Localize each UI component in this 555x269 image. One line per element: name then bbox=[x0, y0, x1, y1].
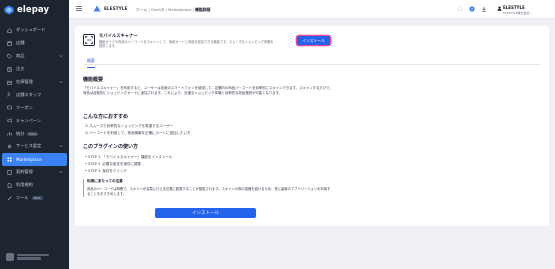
shop-logo-icon bbox=[93, 5, 101, 12]
sidebar-item-label: 店舗 bbox=[16, 40, 25, 46]
sidebar-item-settings[interactable]: サービス設定 bbox=[0, 140, 69, 153]
breadcrumb-current: 機能詳細 bbox=[195, 7, 211, 12]
bell-icon[interactable] bbox=[457, 6, 463, 12]
shop-name[interactable]: ELESTYLE bbox=[104, 7, 127, 12]
sidebar-item-label: サービス設定 bbox=[16, 143, 42, 149]
note-body: 商品のバーコードは明瞭で、スキャンが容易に行える位置に配置することが推奨されます… bbox=[87, 187, 331, 196]
user-icon[interactable] bbox=[497, 6, 502, 11]
sidebar-item-label: 統計 bbox=[16, 130, 25, 136]
sidebar-item-label: ダッシュボード bbox=[16, 27, 46, 33]
sidebar-item-box[interactable]: 在庫管理 bbox=[0, 76, 69, 89]
sidebar-account[interactable] bbox=[6, 252, 49, 261]
download-icon[interactable] bbox=[481, 6, 487, 12]
sidebar-item-label: 商品 bbox=[16, 53, 25, 59]
howto-heading: このプラグインの使い方 bbox=[83, 144, 139, 150]
sidebar-item-label: 利用規約 bbox=[16, 182, 33, 188]
tool-icon bbox=[7, 195, 12, 201]
chevron-down-icon bbox=[59, 145, 63, 148]
sidebar-item-tool[interactable]: ツール Beta bbox=[0, 192, 69, 205]
chevron-down-icon bbox=[59, 54, 63, 57]
store-icon bbox=[7, 41, 12, 46]
topbar: ELESTYLE ホーム / OneQR / Marketplace / 機能詳… bbox=[69, 0, 555, 19]
overview-heading: 機能概要 bbox=[83, 77, 104, 83]
grid-icon bbox=[7, 157, 12, 162]
user-menu[interactable]: ELESTYLE ELESTYLE株式会社... bbox=[503, 5, 532, 15]
breadcrumb-marketplace[interactable]: Marketplace bbox=[168, 7, 191, 12]
scan-icon bbox=[85, 36, 93, 44]
scanner-app-icon bbox=[83, 34, 95, 46]
sidebar-item-label: Marketplace bbox=[16, 156, 42, 162]
account-avatar bbox=[6, 252, 14, 261]
svg-text:?: ? bbox=[471, 7, 473, 11]
breadcrumb-oneqr[interactable]: OneQR bbox=[151, 7, 164, 12]
install-button-top[interactable]: インストール bbox=[297, 36, 330, 45]
contract-icon bbox=[7, 169, 12, 175]
users-icon bbox=[7, 92, 12, 97]
coupon-icon bbox=[7, 105, 12, 110]
chevron-down-icon bbox=[59, 170, 63, 173]
howto-step: • STEP 2. 必要な設定を適切に調整 bbox=[85, 162, 141, 166]
chart-icon bbox=[7, 131, 12, 136]
sidebar-item-label: 契約管理 bbox=[16, 169, 33, 175]
note-title: 利用にあたっての注意 bbox=[87, 179, 123, 183]
howto-step: • STEP 3. 保存をクリック bbox=[85, 169, 127, 173]
box-icon bbox=[7, 80, 12, 85]
menu-icon[interactable] bbox=[76, 6, 82, 11]
sidebar-item-order[interactable]: 注文 bbox=[0, 63, 69, 76]
user-org: ELESTYLE株式会社... bbox=[503, 11, 533, 15]
sidebar-item-tag[interactable]: 商品 bbox=[0, 50, 69, 63]
sidebar-item-contract[interactable]: 契約管理 bbox=[0, 166, 69, 179]
sidebar-item-chart[interactable]: 統計 Beta bbox=[0, 127, 69, 140]
sidebar-item-label: 注文 bbox=[16, 66, 25, 72]
sidebar-item-grid[interactable]: Marketplace bbox=[2, 152, 67, 166]
overview-body: 「モバイルスキャナー」を利用すると、ユーザーは自身のスマートフォンを使用して、店… bbox=[83, 86, 333, 95]
home-icon bbox=[7, 28, 12, 33]
app-title: モバイルスキャナー bbox=[99, 34, 138, 39]
install-button-bottom[interactable]: インストール bbox=[155, 208, 256, 218]
sidebar-item-label: クーポン bbox=[16, 104, 33, 110]
sidebar-nav: ダッシュボード 店舗 商品 注文 在庫管理 店舗スタッフ クーポン キャンペーン 統計 Beta サ… bbox=[0, 24, 69, 204]
breadcrumb-home[interactable]: ホーム bbox=[136, 7, 147, 12]
help-icon[interactable]: ? bbox=[469, 6, 475, 12]
beta-badge: Beta bbox=[31, 196, 43, 201]
sidebar-item-megaphone[interactable]: キャンペーン bbox=[0, 114, 69, 127]
sidebar-item-doc[interactable]: 利用規約 bbox=[0, 179, 69, 192]
chevron-down-icon bbox=[59, 80, 63, 83]
elepay-logo-icon bbox=[4, 5, 14, 14]
sidebar-item-label: 店舗スタッフ bbox=[16, 91, 42, 97]
user-name: ELESTYLE bbox=[503, 5, 525, 10]
tab-overview[interactable]: 概要 bbox=[87, 58, 95, 68]
howto-step: • STEP 1. 「モバイルスキャナー」機能をインストール bbox=[85, 155, 173, 159]
sidebar-item-home[interactable]: ダッシュボード bbox=[0, 24, 69, 37]
sidebar: elepay ダッシュボード 店舗商品注文在庫管理店舗スタッフ クーポンキャンペーン… bbox=[0, 0, 69, 269]
sidebar-item-store[interactable]: 店舗 bbox=[0, 37, 69, 50]
order-icon bbox=[7, 66, 12, 72]
recommend-item: ☑ スムーズで効率的なショッピングを希望するユーザー bbox=[85, 124, 174, 128]
doc-icon bbox=[7, 182, 12, 188]
sidebar-item-label: ツール bbox=[16, 195, 29, 201]
sidebar-item-coupon[interactable]: クーポン bbox=[0, 101, 69, 114]
recommend-heading: こんな方におすすめ bbox=[83, 114, 129, 120]
detail-tabs: 概要 bbox=[83, 57, 541, 68]
settings-icon bbox=[7, 144, 12, 149]
logo-text: elepay bbox=[17, 4, 50, 15]
usage-note: 利用にあたっての注意 商品のバーコードは明瞭で、スキャンが容易に行える位置に配置… bbox=[83, 179, 333, 197]
beta-badge: Beta bbox=[27, 131, 39, 136]
recommend-item: ☑ バーコードを利用して、商品情報を正確にカートに追加したい方 bbox=[85, 131, 191, 135]
tag-icon bbox=[7, 53, 12, 59]
brand-logo[interactable]: elepay bbox=[0, 0, 69, 19]
sidebar-item-label: 在庫管理 bbox=[16, 79, 33, 84]
app-description: 機能ガイドや商品のバーコードをスキャンして、接続カートに商品を追加できる機能です… bbox=[99, 39, 274, 48]
sidebar-item-label: キャンペーン bbox=[16, 117, 41, 123]
plugin-detail-card: モバイルスキャナー 機能ガイドや商品のバーコードをスキャンして、接続カートに商品… bbox=[75, 26, 549, 226]
sidebar-item-users[interactable]: 店舗スタッフ bbox=[0, 88, 69, 101]
breadcrumb: ホーム / OneQR / Marketplace / 機能詳細 bbox=[136, 7, 211, 12]
megaphone-icon bbox=[7, 118, 12, 123]
